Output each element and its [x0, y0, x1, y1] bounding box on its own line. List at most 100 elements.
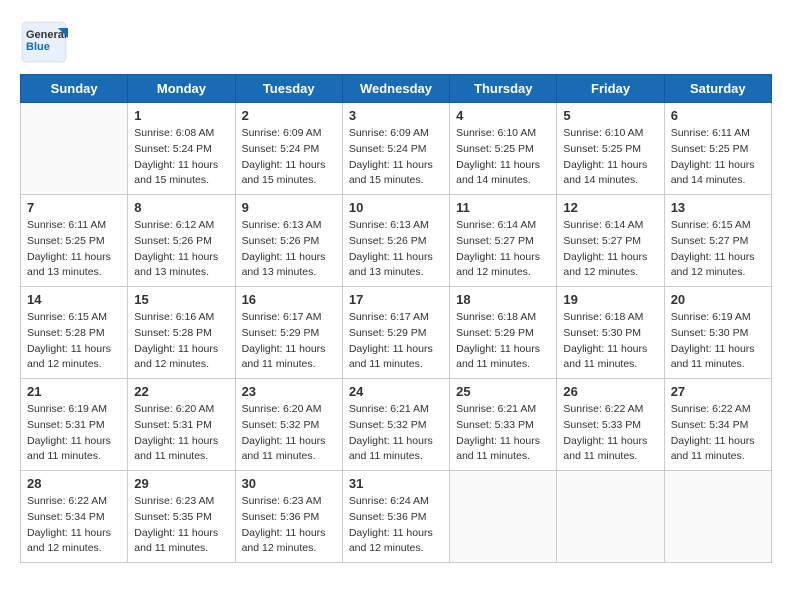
- day-info: Sunrise: 6:10 AMSunset: 5:25 PMDaylight:…: [456, 126, 550, 189]
- calendar: SundayMondayTuesdayWednesdayThursdayFrid…: [20, 74, 772, 563]
- day-number: 3: [349, 108, 443, 123]
- day-cell: 14 Sunrise: 6:15 AMSunset: 5:28 PMDayligh…: [21, 287, 128, 379]
- day-cell: 15 Sunrise: 6:16 AMSunset: 5:28 PMDayligh…: [128, 287, 235, 379]
- day-cell: 31 Sunrise: 6:24 AMSunset: 5:36 PMDayligh…: [342, 471, 449, 563]
- day-cell: 29 Sunrise: 6:23 AMSunset: 5:35 PMDayligh…: [128, 471, 235, 563]
- day-number: 14: [27, 292, 121, 307]
- day-cell: 26Sunrise: 6:22 AMSunset: 5:33 PMDayligh…: [557, 379, 664, 471]
- day-info: Sunrise: 6:20 AMSunset: 5:31 PMDaylight:…: [134, 402, 228, 465]
- day-info: Sunrise: 6:18 AMSunset: 5:29 PMDaylight:…: [456, 310, 550, 373]
- day-number: 6: [671, 108, 765, 123]
- day-number: 19: [563, 292, 657, 307]
- day-cell: 22 Sunrise: 6:20 AMSunset: 5:31 PMDayligh…: [128, 379, 235, 471]
- day-number: 9: [242, 200, 336, 215]
- week-row-1: 1 Sunrise: 6:08 AMSunset: 5:24 PMDaylight…: [21, 103, 772, 195]
- day-number: 30: [242, 476, 336, 491]
- day-number: 8: [134, 200, 228, 215]
- day-cell: [21, 103, 128, 195]
- day-cell: 9 Sunrise: 6:13 AMSunset: 5:26 PMDaylight…: [235, 195, 342, 287]
- day-info: Sunrise: 6:17 AMSunset: 5:29 PMDaylight:…: [242, 310, 336, 373]
- day-info: Sunrise: 6:21 AMSunset: 5:32 PMDaylight:…: [349, 402, 443, 465]
- svg-text:Blue: Blue: [26, 41, 50, 53]
- day-number: 27: [671, 384, 765, 399]
- weekday-header-monday: Monday: [128, 75, 235, 103]
- day-info: Sunrise: 6:11 AMSunset: 5:25 PMDaylight:…: [671, 126, 765, 189]
- week-row-5: 28 Sunrise: 6:22 AMSunset: 5:34 PMDayligh…: [21, 471, 772, 563]
- day-number: 11: [456, 200, 550, 215]
- day-number: 10: [349, 200, 443, 215]
- day-number: 22: [134, 384, 228, 399]
- day-cell: 27 Sunrise: 6:22 AMSunset: 5:34 PMDayligh…: [664, 379, 771, 471]
- day-number: 25: [456, 384, 550, 399]
- day-info: Sunrise: 6:19 AMSunset: 5:31 PMDaylight:…: [27, 402, 121, 465]
- day-cell: 6 Sunrise: 6:11 AMSunset: 5:25 PMDaylight…: [664, 103, 771, 195]
- day-number: 15: [134, 292, 228, 307]
- day-info: Sunrise: 6:13 AMSunset: 5:26 PMDaylight:…: [349, 218, 443, 281]
- day-info: Sunrise: 6:19 AMSunset: 5:30 PMDaylight:…: [671, 310, 765, 373]
- day-info: Sunrise: 6:09 AMSunset: 5:24 PMDaylight:…: [242, 126, 336, 189]
- day-info: Sunrise: 6:22 AMSunset: 5:33 PMDaylight:…: [563, 402, 657, 465]
- day-info: Sunrise: 6:15 AMSunset: 5:28 PMDaylight:…: [27, 310, 121, 373]
- day-info: Sunrise: 6:08 AMSunset: 5:24 PMDaylight:…: [134, 126, 228, 189]
- weekday-header-saturday: Saturday: [664, 75, 771, 103]
- day-cell: 7Sunrise: 6:11 AMSunset: 5:25 PMDaylight…: [21, 195, 128, 287]
- day-cell: 2 Sunrise: 6:09 AMSunset: 5:24 PMDaylight…: [235, 103, 342, 195]
- day-number: 1: [134, 108, 228, 123]
- day-info: Sunrise: 6:24 AMSunset: 5:36 PMDaylight:…: [349, 494, 443, 557]
- day-info: Sunrise: 6:23 AMSunset: 5:36 PMDaylight:…: [242, 494, 336, 557]
- day-cell: 21 Sunrise: 6:19 AMSunset: 5:31 PMDayligh…: [21, 379, 128, 471]
- day-cell: [664, 471, 771, 563]
- day-info: Sunrise: 6:09 AMSunset: 5:24 PMDaylight:…: [349, 126, 443, 189]
- day-number: 29: [134, 476, 228, 491]
- weekday-header-wednesday: Wednesday: [342, 75, 449, 103]
- day-cell: 12 Sunrise: 6:14 AMSunset: 5:27 PMDayligh…: [557, 195, 664, 287]
- day-info: Sunrise: 6:17 AMSunset: 5:29 PMDaylight:…: [349, 310, 443, 373]
- day-cell: 30 Sunrise: 6:23 AMSunset: 5:36 PMDayligh…: [235, 471, 342, 563]
- weekday-header-tuesday: Tuesday: [235, 75, 342, 103]
- day-cell: 8 Sunrise: 6:12 AMSunset: 5:26 PMDaylight…: [128, 195, 235, 287]
- day-info: Sunrise: 6:14 AMSunset: 5:27 PMDaylight:…: [563, 218, 657, 281]
- header: General Blue: [20, 20, 772, 64]
- day-cell: 13Sunrise: 6:15 AMSunset: 5:27 PMDayligh…: [664, 195, 771, 287]
- week-row-2: 7Sunrise: 6:11 AMSunset: 5:25 PMDaylight…: [21, 195, 772, 287]
- day-cell: 24 Sunrise: 6:21 AMSunset: 5:32 PMDayligh…: [342, 379, 449, 471]
- day-number: 24: [349, 384, 443, 399]
- day-cell: 3 Sunrise: 6:09 AMSunset: 5:24 PMDaylight…: [342, 103, 449, 195]
- weekday-header-thursday: Thursday: [450, 75, 557, 103]
- day-cell: 28 Sunrise: 6:22 AMSunset: 5:34 PMDayligh…: [21, 471, 128, 563]
- day-number: 12: [563, 200, 657, 215]
- day-cell: 23Sunrise: 6:20 AMSunset: 5:32 PMDayligh…: [235, 379, 342, 471]
- day-number: 20: [671, 292, 765, 307]
- day-info: Sunrise: 6:22 AMSunset: 5:34 PMDaylight:…: [671, 402, 765, 465]
- day-info: Sunrise: 6:16 AMSunset: 5:28 PMDaylight:…: [134, 310, 228, 373]
- logo: General Blue: [20, 20, 68, 64]
- day-number: 2: [242, 108, 336, 123]
- day-cell: [557, 471, 664, 563]
- day-number: 5: [563, 108, 657, 123]
- day-info: Sunrise: 6:23 AMSunset: 5:35 PMDaylight:…: [134, 494, 228, 557]
- day-number: 18: [456, 292, 550, 307]
- day-cell: 20 Sunrise: 6:19 AMSunset: 5:30 PMDayligh…: [664, 287, 771, 379]
- day-cell: 16Sunrise: 6:17 AMSunset: 5:29 PMDayligh…: [235, 287, 342, 379]
- weekday-header-friday: Friday: [557, 75, 664, 103]
- day-info: Sunrise: 6:21 AMSunset: 5:33 PMDaylight:…: [456, 402, 550, 465]
- day-cell: 11Sunrise: 6:14 AMSunset: 5:27 PMDayligh…: [450, 195, 557, 287]
- day-number: 31: [349, 476, 443, 491]
- day-info: Sunrise: 6:15 AMSunset: 5:27 PMDaylight:…: [671, 218, 765, 281]
- day-cell: 1 Sunrise: 6:08 AMSunset: 5:24 PMDaylight…: [128, 103, 235, 195]
- day-info: Sunrise: 6:22 AMSunset: 5:34 PMDaylight:…: [27, 494, 121, 557]
- day-cell: [450, 471, 557, 563]
- day-number: 21: [27, 384, 121, 399]
- day-info: Sunrise: 6:13 AMSunset: 5:26 PMDaylight:…: [242, 218, 336, 281]
- day-cell: 17Sunrise: 6:17 AMSunset: 5:29 PMDayligh…: [342, 287, 449, 379]
- day-number: 4: [456, 108, 550, 123]
- day-info: Sunrise: 6:20 AMSunset: 5:32 PMDaylight:…: [242, 402, 336, 465]
- day-info: Sunrise: 6:10 AMSunset: 5:25 PMDaylight:…: [563, 126, 657, 189]
- day-cell: 10 Sunrise: 6:13 AMSunset: 5:26 PMDayligh…: [342, 195, 449, 287]
- weekday-header-sunday: Sunday: [21, 75, 128, 103]
- week-row-3: 14 Sunrise: 6:15 AMSunset: 5:28 PMDayligh…: [21, 287, 772, 379]
- day-cell: 25 Sunrise: 6:21 AMSunset: 5:33 PMDayligh…: [450, 379, 557, 471]
- day-number: 28: [27, 476, 121, 491]
- week-row-4: 21 Sunrise: 6:19 AMSunset: 5:31 PMDayligh…: [21, 379, 772, 471]
- day-info: Sunrise: 6:12 AMSunset: 5:26 PMDaylight:…: [134, 218, 228, 281]
